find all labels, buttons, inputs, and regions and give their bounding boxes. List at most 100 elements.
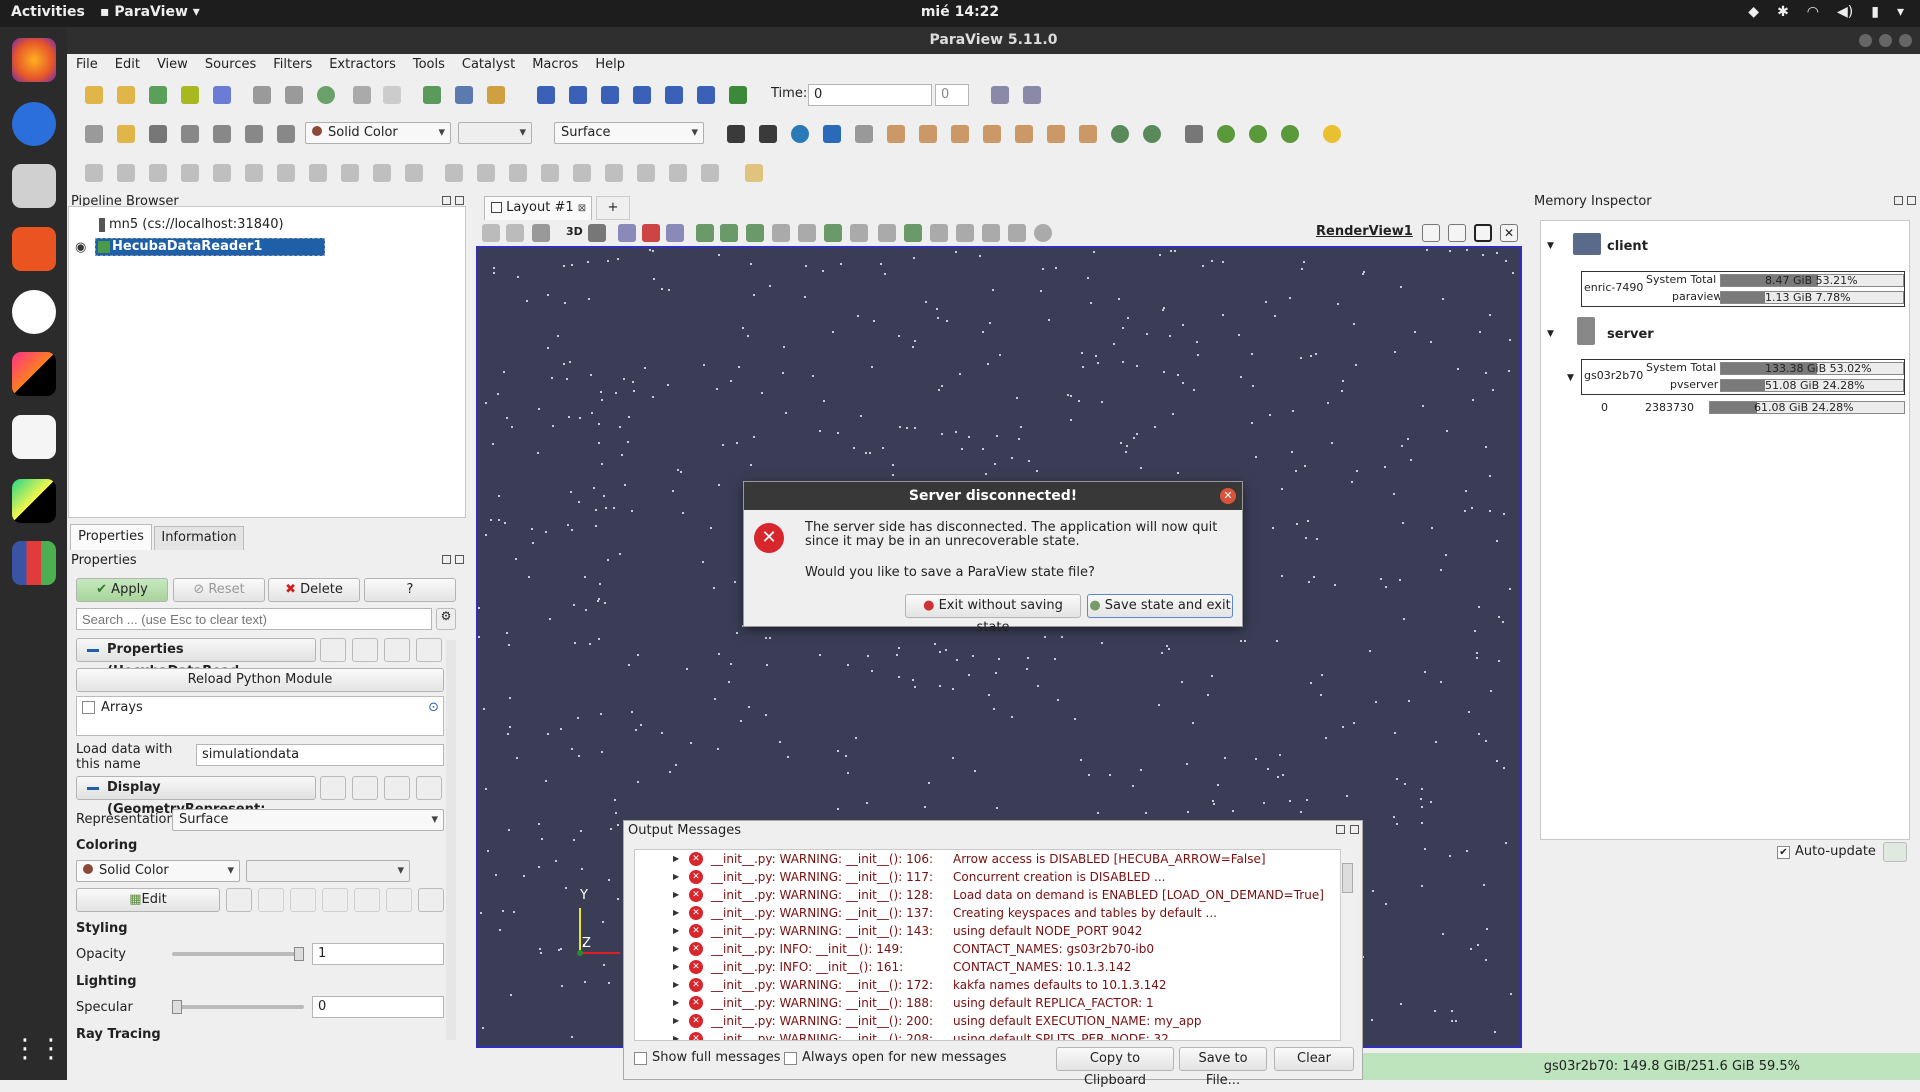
expand-arrow-icon[interactable]: ▶ — [673, 958, 679, 976]
python-calculator-icon[interactable] — [573, 164, 591, 182]
coloring-select[interactable]: Solid Color — [76, 860, 240, 882]
rescale-data-icon[interactable] — [258, 888, 284, 912]
color-by-combo[interactable]: Solid Color — [305, 122, 451, 144]
zoom-box-icon[interactable] — [1023, 86, 1041, 104]
close-layout-icon[interactable]: ⊠ — [578, 203, 586, 214]
output-message-row[interactable]: ▶ ✕ __init__.py: WARNING: __init__(): 200:… — [635, 1012, 1353, 1030]
capture-screenshot-icon[interactable] — [482, 224, 500, 242]
coloring-component-select[interactable] — [246, 860, 410, 882]
toggle-3d-button[interactable]: 3D — [566, 225, 583, 238]
time-index-spinbox[interactable]: 0 — [935, 84, 969, 106]
reset-camera-icon[interactable] — [727, 125, 745, 143]
arrays-checkbox[interactable] — [82, 701, 95, 714]
rotate-minus-90-icon[interactable] — [1143, 125, 1161, 143]
rotate-plus-90-icon[interactable] — [1111, 125, 1129, 143]
paraview-dock-icon[interactable] — [12, 541, 56, 585]
camera-parallel-icon[interactable] — [588, 224, 606, 242]
clear-selection-icon[interactable] — [878, 224, 896, 242]
output-message-row[interactable]: ▶ ✕ __init__.py: INFO: __init__(): 161: CON… — [635, 958, 1353, 976]
rescale-temporal-range-icon[interactable] — [354, 888, 380, 912]
reverse-play-icon[interactable] — [601, 86, 619, 104]
plot-selection-icon[interactable] — [477, 164, 495, 182]
spreadsheet-icon[interactable] — [149, 125, 167, 143]
restore-defaults-icon[interactable] — [384, 638, 410, 662]
programmable-filter-icon[interactable] — [701, 164, 719, 182]
system-tray[interactable]: ◆ ✱ ◠ ◀) ▮ ▾ — [1748, 4, 1904, 20]
zoom-selection-icon[interactable] — [823, 125, 841, 143]
light-kit-icon[interactable] — [1323, 125, 1341, 143]
opacity-slider[interactable] — [172, 947, 304, 961]
server-expand-icon[interactable]: ▼ — [1547, 329, 1554, 339]
pipeline-server-item[interactable]: mn5 (cs://localhost:31840) — [99, 217, 284, 232]
output-message-row[interactable]: ▶ ✕ __init__.py: INFO: __init__(): 149: CON… — [635, 940, 1353, 958]
zoom-closest-icon[interactable] — [791, 125, 809, 143]
maximize-view-icon[interactable] — [1474, 224, 1492, 242]
menu-tools[interactable]: Tools — [404, 54, 453, 76]
open-icon[interactable] — [85, 86, 103, 104]
tab-layout-1[interactable]: Layout #1 ⊠ — [484, 196, 592, 220]
host-expand-icon[interactable]: ▼ — [1567, 373, 1574, 383]
save-data-icon[interactable] — [117, 86, 135, 104]
advanced-gear-icon[interactable]: ⚙ — [436, 608, 456, 630]
plot-over-line-icon[interactable] — [445, 164, 463, 182]
isometric-view-icon[interactable] — [1079, 125, 1097, 143]
output-message-row[interactable]: ▶ ✕ __init__.py: WARNING: __init__(): 188:… — [635, 994, 1353, 1012]
firefox-icon[interactable] — [12, 38, 56, 82]
restore-display-icon[interactable] — [384, 776, 410, 800]
visibility-eye-icon[interactable]: ◉ — [75, 240, 86, 255]
edit-ruler-icon[interactable] — [930, 224, 948, 242]
output-message-row[interactable]: ▶ ✕ __init__.py: WARNING: __init__(): 143:… — [635, 922, 1353, 940]
dialog-close-icon[interactable]: ✕ — [1220, 488, 1236, 504]
component-combo[interactable] — [458, 122, 532, 144]
trace-icon[interactable] — [455, 86, 473, 104]
choose-preset-icon[interactable] — [418, 888, 444, 912]
specular-slider-handle[interactable] — [172, 1000, 182, 1014]
edit-color-button[interactable]: ▦Edit — [76, 888, 220, 912]
wifi-icon[interactable]: ◠ — [1807, 4, 1819, 20]
play-icon[interactable] — [633, 86, 651, 104]
output-float-button[interactable] — [1336, 825, 1345, 834]
exit-without-saving-button[interactable]: ● Exit without saving state — [905, 594, 1081, 635]
split-vertical-icon[interactable] — [1448, 224, 1466, 242]
zoom-in-view-icon[interactable] — [982, 224, 1000, 242]
maximize-button[interactable] — [1879, 34, 1892, 47]
redo-icon[interactable] — [383, 86, 401, 104]
camera-icon[interactable] — [532, 224, 550, 242]
menu-file[interactable]: File — [67, 54, 106, 76]
slack-icon[interactable] — [12, 290, 56, 334]
interactive-select-icon[interactable] — [772, 224, 790, 242]
close-view-icon[interactable]: ✕ — [1500, 224, 1518, 242]
stop-icon[interactable] — [1034, 224, 1052, 242]
paste-display-icon[interactable] — [352, 776, 378, 800]
properties-section-header[interactable]: Properties (HecubaDataRead — [76, 638, 316, 679]
close-window-button[interactable] — [1899, 34, 1912, 47]
memory-float-button[interactable] — [1894, 196, 1903, 205]
hover-points-icon[interactable] — [798, 224, 816, 242]
save-display-icon[interactable] — [416, 776, 442, 800]
select-points-on-icon[interactable] — [642, 224, 660, 242]
expand-arrow-icon[interactable]: ▶ — [673, 1012, 679, 1030]
add-layout-button[interactable]: + — [596, 196, 630, 220]
tab-information[interactable]: Information — [154, 526, 244, 550]
undo-camera-icon[interactable] — [253, 86, 271, 104]
rotation-center-icon[interactable] — [1281, 125, 1299, 143]
clear-button[interactable]: Clear — [1274, 1047, 1354, 1071]
delete-lut-icon[interactable] — [386, 888, 412, 912]
activities-button[interactable]: Activities — [11, 4, 85, 20]
time-input[interactable]: 0 — [808, 84, 932, 106]
app-indicator-icon[interactable]: ◆ — [1748, 4, 1759, 20]
toolbox-icon[interactable] — [12, 352, 56, 396]
select-cells-on-icon[interactable] — [618, 224, 636, 242]
select-polygon-icon[interactable] — [720, 224, 738, 242]
view-plus-y-icon[interactable] — [951, 125, 969, 143]
tab-properties[interactable]: Properties — [70, 524, 152, 550]
thunderbird-icon[interactable] — [12, 102, 56, 146]
copy-to-clipboard-button[interactable]: Copy to Clipboard — [1056, 1047, 1174, 1088]
properties-float-button[interactable] — [442, 555, 451, 564]
menu-filters[interactable]: Filters — [264, 54, 320, 76]
reset-session-icon[interactable] — [317, 86, 335, 104]
color-legend-icon[interactable] — [226, 888, 252, 912]
rescale-temporal-icon[interactable] — [277, 125, 295, 143]
status-bar-memory[interactable]: gs03r2b70: 149.8 GiB/251.6 GiB 59.5% — [1363, 1053, 1920, 1080]
delete-button[interactable]: ✖ Delete — [268, 578, 360, 602]
